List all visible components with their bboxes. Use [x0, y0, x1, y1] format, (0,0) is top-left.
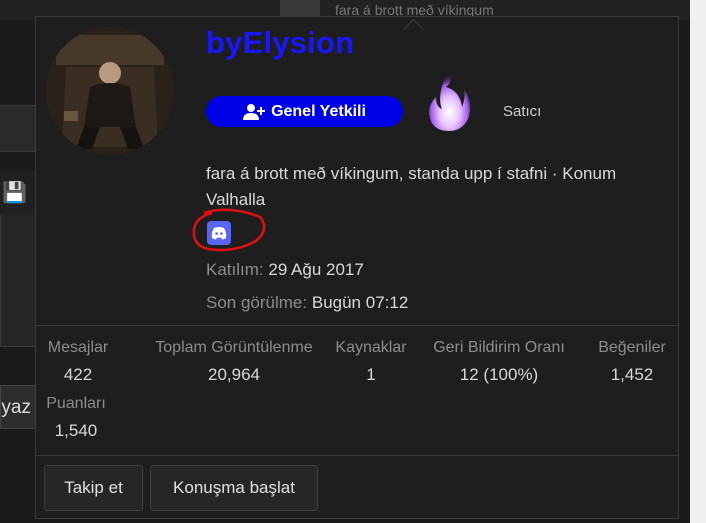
stat-likes: Beğeniler 1,452 [591, 339, 673, 385]
stat-label: Toplam Görüntülenme [155, 339, 313, 356]
role-badge: Genel Yetkili [206, 96, 403, 127]
joined-label: Katılım: [206, 260, 264, 279]
last-seen-value: Bugün 07:12 [311, 293, 409, 312]
secondary-title: Satıcı [503, 103, 542, 120]
stat-points: Puanları 1,540 [43, 395, 109, 441]
stat-label: Beğeniler [598, 339, 666, 356]
stat-value: 1 [366, 365, 376, 384]
stat-value: 12 (100%) [459, 365, 539, 384]
follow-button[interactable]: Takip et [44, 465, 143, 511]
flame-icon [428, 69, 471, 131]
stat-label: Mesajlar [47, 339, 109, 356]
tooltip-arrow [402, 18, 425, 41]
stat-label: Kaynaklar [335, 339, 407, 356]
joined-row: Katılım: 29 Ağu 2017 [206, 260, 364, 280]
stat-label: Puanları [46, 395, 106, 412]
background-thumbnail [280, 0, 320, 16]
last-seen-label: Son görülme: [206, 293, 308, 312]
avatar[interactable] [46, 27, 174, 155]
role-label: Genel Yetkili [271, 102, 366, 120]
stat-value: 1,540 [54, 421, 98, 440]
stat-label: Geri Bildirim Oranı [433, 339, 565, 356]
background-reply-button[interactable]: yaz [0, 385, 36, 429]
joined-value: 29 Ağu 2017 [268, 260, 364, 279]
stat-total-views: Toplam Görüntülenme 20,964 [128, 339, 340, 385]
member-bio: fara á brott með víkingum, standa upp í … [206, 164, 617, 209]
stat-value: 422 [63, 365, 93, 384]
background-panel [0, 105, 40, 152]
save-icon[interactable]: 💾 [2, 180, 27, 205]
divider [36, 325, 678, 326]
stat-value: 1,452 [610, 365, 654, 384]
stat-feedback-rate[interactable]: Geri Bildirim Oranı 12 (100%) [424, 339, 574, 385]
member-tooltip: byElysion Genel Yetkili Satıcı fara á br… [35, 16, 679, 519]
user-plus-icon [243, 103, 266, 120]
stat-resources[interactable]: Kaynaklar 1 [326, 339, 416, 385]
username[interactable]: byElysion [206, 25, 354, 61]
avatar-image [46, 27, 174, 155]
stat-messages[interactable]: Mesajlar 422 [43, 339, 113, 385]
discord-glyph [211, 227, 227, 240]
discord-icon[interactable] [207, 221, 231, 245]
background-scrollbar[interactable] [690, 0, 706, 523]
actions-divider [36, 455, 678, 456]
start-conversation-button[interactable]: Konuşma başlat [150, 465, 318, 511]
stat-value: 20,964 [208, 365, 260, 384]
last-seen-row: Son görülme: Bugün 07:12 [206, 293, 408, 313]
